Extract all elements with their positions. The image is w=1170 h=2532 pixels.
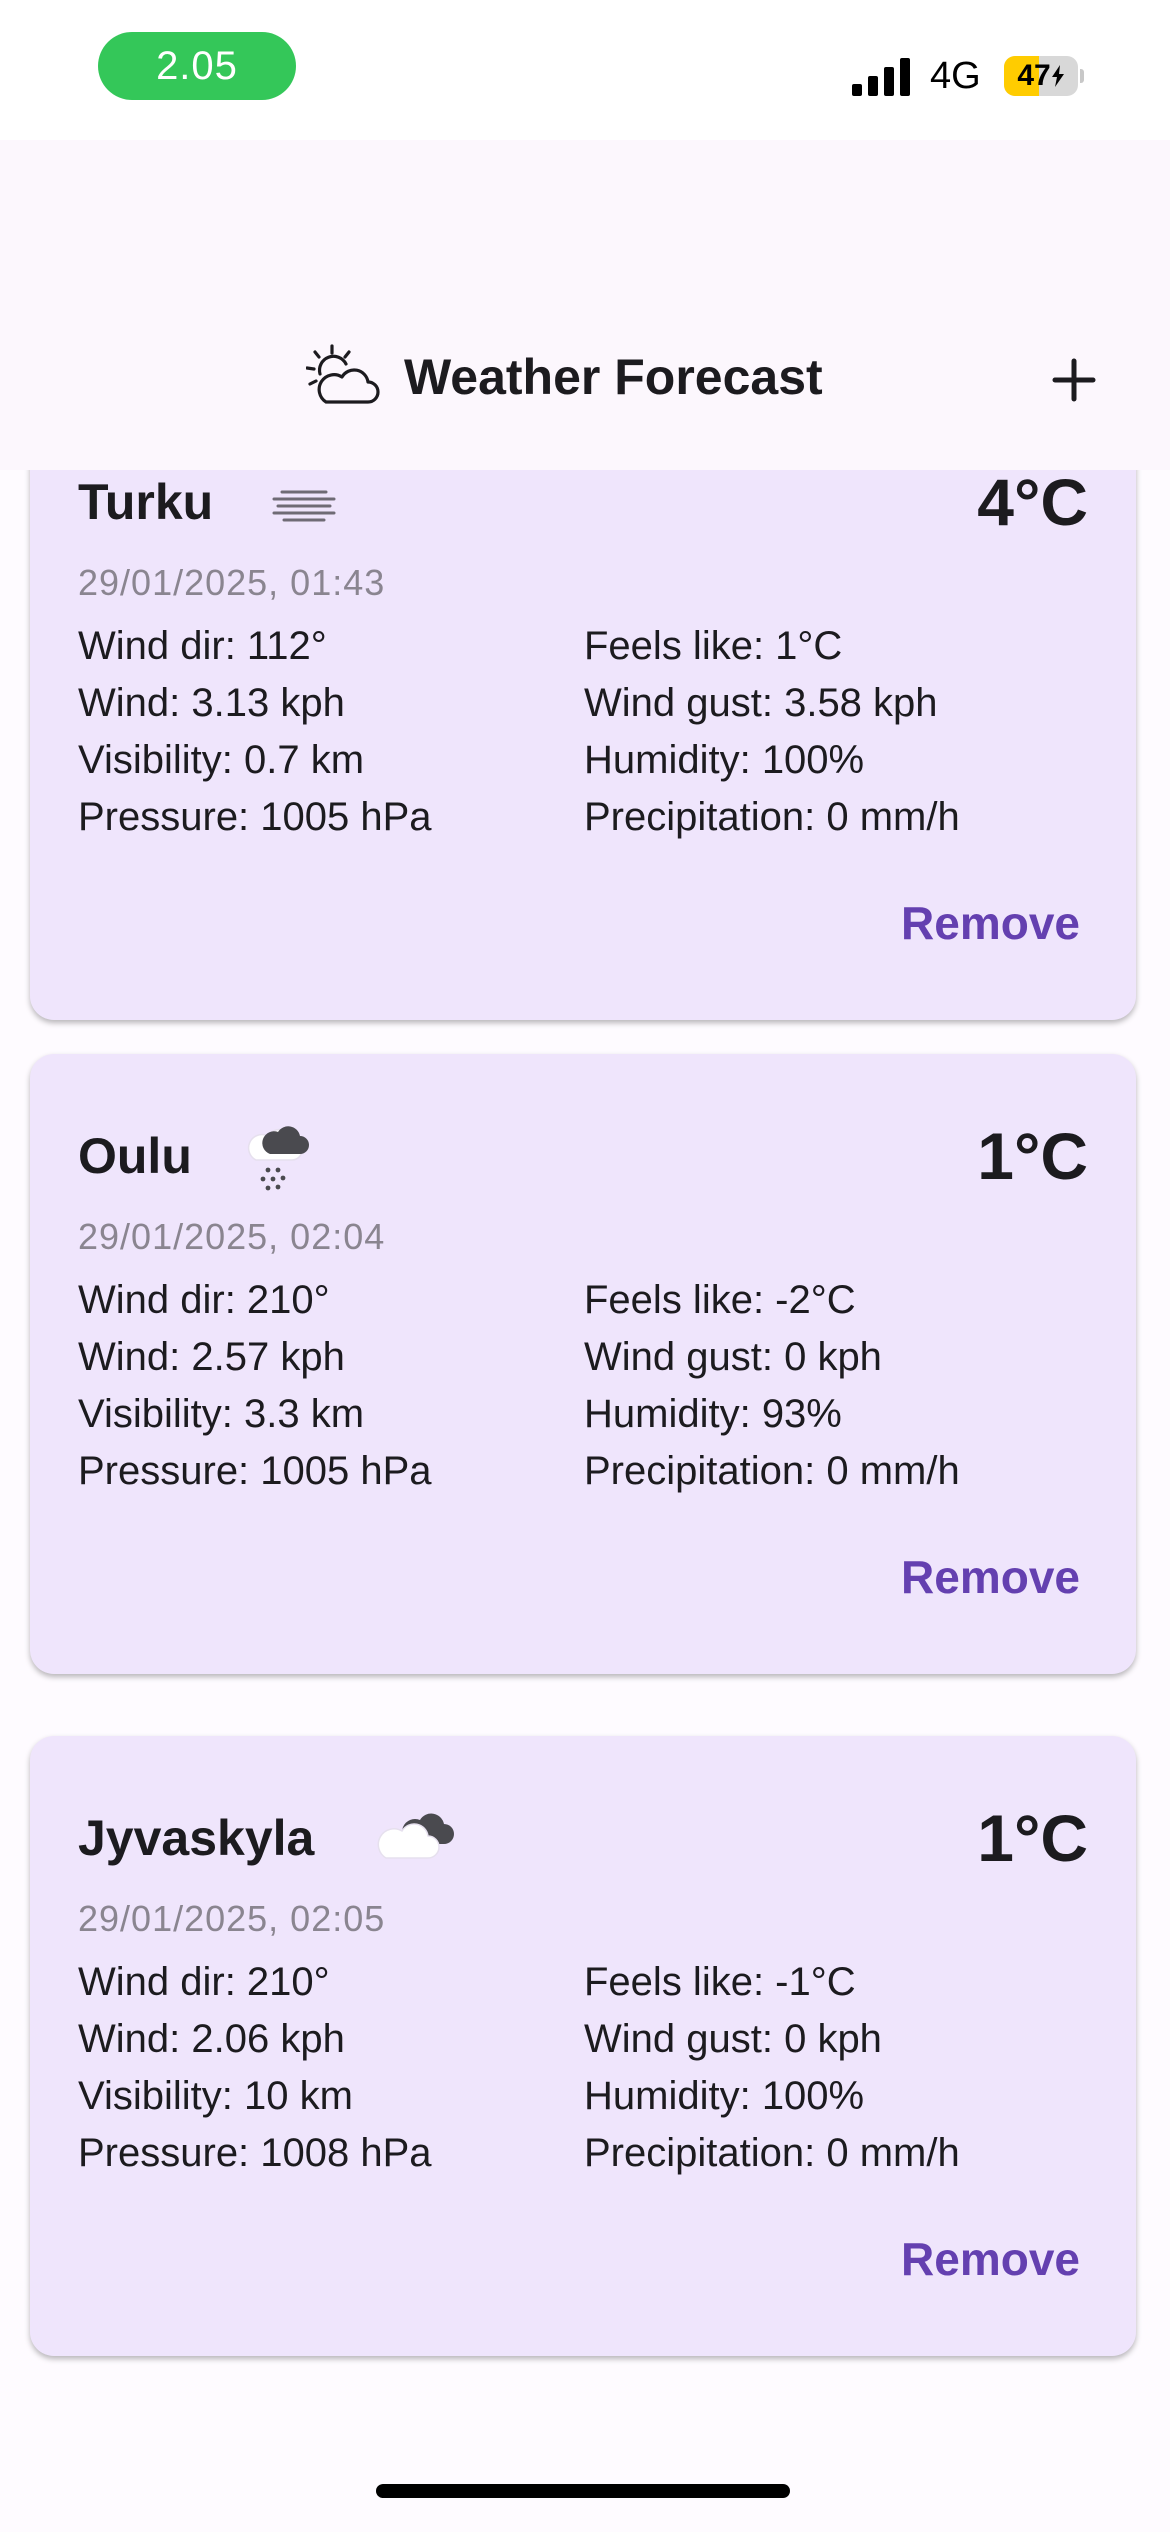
details-left-column: Wind dir: 210° Wind: 2.06 kph Visibility… (78, 1954, 432, 2182)
feels-like: Feels like: 1°C (584, 624, 843, 668)
feels-like: Feels like: -2°C (584, 1278, 856, 1322)
city-name: Oulu (78, 1128, 192, 1184)
weather-card-oulu: Oulu 1°C 29/01/2025, 02:04 Wind dir: 210… (30, 1054, 1136, 1674)
observation-time: 29/01/2025, 02:05 (78, 1898, 386, 1939)
wind-speed: Wind: 2.06 kph (78, 2017, 345, 2061)
remove-button[interactable]: Remove (901, 2230, 1080, 2288)
pressure: Pressure: 1005 hPa (78, 1449, 432, 1493)
humidity: Humidity: 93% (584, 1392, 842, 1436)
wind-direction: Wind dir: 112° (78, 624, 327, 668)
details-left-column: Wind dir: 112° Wind: 3.13 kph Visibility… (78, 618, 432, 846)
wind-gust: Wind gust: 3.58 kph (584, 681, 938, 725)
details-right-column: Feels like: -1°C Wind gust: 0 kph Humidi… (584, 1954, 960, 2182)
wind-speed: Wind: 2.57 kph (78, 1335, 345, 1379)
add-city-button[interactable] (1036, 342, 1112, 418)
observation-time: 29/01/2025, 01:43 (78, 562, 386, 603)
visibility: Visibility: 0.7 km (78, 738, 365, 782)
app-bar: Weather Forecast (0, 140, 1170, 470)
humidity: Humidity: 100% (584, 2074, 865, 2118)
remove-button[interactable]: Remove (901, 1548, 1080, 1606)
temperature: 1°C (977, 1119, 1088, 1193)
wind-direction: Wind dir: 210° (78, 1960, 330, 2004)
battery-indicator: 47 (1004, 56, 1084, 96)
status-bar: 2.05 4G 47 (0, 0, 1170, 140)
battery-level: 47 (1004, 56, 1078, 96)
visibility: Visibility: 10 km (78, 2074, 353, 2118)
temperature: 1°C (977, 1801, 1088, 1875)
home-indicator[interactable] (376, 2484, 790, 2498)
details-left-column: Wind dir: 210° Wind: 2.57 kph Visibility… (78, 1272, 432, 1500)
feels-like: Feels like: -1°C (584, 1960, 856, 2004)
wind-gust: Wind gust: 0 kph (584, 1335, 882, 1379)
fog-icon (272, 490, 336, 522)
weather-card-jyvaskyla: Jyvaskyla 1°C 29/01/2025, 02:05 Wind dir… (30, 1736, 1136, 2356)
humidity: Humidity: 100% (584, 738, 865, 782)
details-right-column: Feels like: -2°C Wind gust: 0 kph Humidi… (584, 1272, 960, 1500)
charging-bolt-icon (1051, 65, 1064, 87)
precipitation: Precipitation: 0 mm/h (584, 795, 960, 839)
status-time: 2.05 (98, 32, 296, 100)
battery-level-value: 47 (1017, 59, 1051, 92)
city-name: Turku (78, 474, 214, 530)
weather-card-turku: Turku 4°C 29/01/2025, 01:43 Wind dir: 11… (30, 400, 1136, 1020)
visibility: Visibility: 3.3 km (78, 1392, 365, 1436)
details-right-column: Feels like: 1°C Wind gust: 3.58 kph Humi… (584, 618, 960, 846)
temperature: 4°C (977, 465, 1088, 539)
wind-gust: Wind gust: 0 kph (584, 2017, 882, 2061)
observation-time: 29/01/2025, 02:04 (78, 1216, 386, 1257)
battery-nub (1080, 69, 1084, 83)
wind-direction: Wind dir: 210° (78, 1278, 330, 1322)
battery-body: 47 (1004, 56, 1078, 96)
snow-cloud-icon (247, 1126, 309, 1191)
pressure: Pressure: 1005 hPa (78, 795, 432, 839)
plus-icon (1052, 358, 1096, 402)
city-name: Jyvaskyla (78, 1810, 315, 1866)
remove-button[interactable]: Remove (901, 894, 1080, 952)
precipitation: Precipitation: 0 mm/h (584, 2131, 960, 2175)
partly-cloudy-sun-icon (306, 344, 380, 404)
page-title: Weather Forecast (404, 349, 823, 405)
network-type: 4G (930, 55, 981, 97)
wind-speed: Wind: 3.13 kph (78, 681, 345, 725)
overcast-cloud-icon (377, 1813, 454, 1859)
pressure: Pressure: 1008 hPa (78, 2131, 432, 2175)
cellular-signal-icon (852, 58, 910, 96)
precipitation: Precipitation: 0 mm/h (584, 1449, 960, 1493)
